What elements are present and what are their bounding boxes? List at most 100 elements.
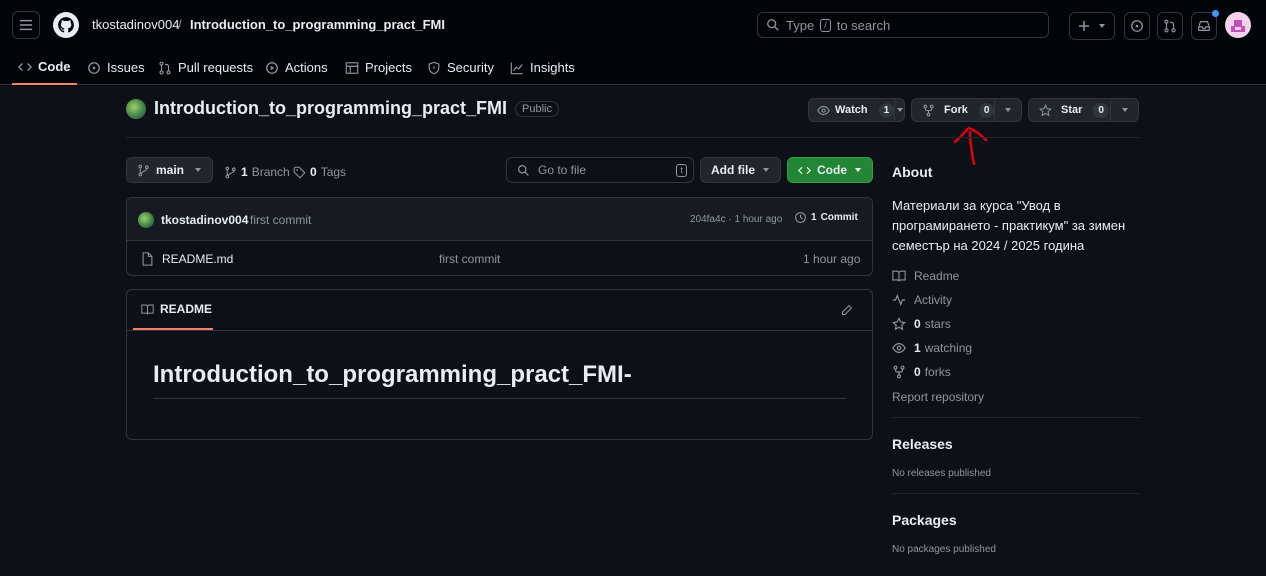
repo-owner-avatar[interactable] (126, 98, 146, 119)
issue-opened-icon (87, 61, 101, 75)
star-icon (892, 317, 906, 331)
search-icon (766, 18, 780, 32)
pull-requests-button[interactable] (1157, 12, 1183, 40)
file-time: 1 hour ago (803, 252, 861, 266)
watch-main[interactable]: Watch 1 (809, 102, 895, 118)
tab-projects[interactable]: Projects (345, 50, 412, 85)
add-file-button[interactable]: Add file (700, 157, 781, 183)
fork-count: 0 (978, 102, 995, 118)
file-name[interactable]: README.md (162, 252, 233, 266)
branches-link[interactable]: 1 Branch (224, 165, 290, 179)
fork-main[interactable]: Fork 0 (912, 102, 995, 118)
tab-actions-label: Actions (285, 60, 328, 75)
readme-tab-label: README (160, 302, 213, 316)
watching-count: 1 (914, 341, 921, 355)
tab-pull-requests[interactable]: Pull requests (158, 50, 253, 85)
stars-link[interactable]: 0 stars (892, 317, 951, 331)
star-dropdown[interactable] (1110, 99, 1138, 121)
eye-icon (892, 341, 906, 355)
commit-message[interactable]: first commit (250, 213, 311, 227)
commits-count: 1 (811, 212, 817, 223)
tags-label: Tags (320, 165, 347, 179)
caret-down-icon (762, 166, 770, 174)
table-row[interactable]: README.md first commit 1 hour ago (127, 242, 872, 276)
packages-heading[interactable]: Packages (892, 512, 957, 528)
tab-actions[interactable]: Actions (265, 50, 328, 85)
readme-panel: README Introduction_to_programming_pract… (126, 289, 873, 440)
add-file-label: Add file (711, 163, 755, 177)
watch-count: 1 (878, 102, 895, 118)
annotation-arrow (952, 124, 992, 168)
search-placeholder-suffix: to search (836, 17, 891, 33)
readme-heading: Introduction_to_programming_pract_FMI- (153, 361, 632, 388)
shield-icon (427, 61, 441, 75)
commit-author[interactable]: tkostadinov004 (161, 213, 248, 227)
star-icon (1039, 103, 1052, 117)
commit-author-avatar[interactable] (138, 212, 154, 228)
menu-button[interactable] (12, 11, 40, 39)
pencil-icon[interactable] (840, 304, 853, 317)
readme-link[interactable]: Readme (892, 269, 959, 283)
sidebar-divider (892, 417, 1139, 418)
code-icon (798, 164, 811, 177)
star-button[interactable]: Star 0 (1028, 98, 1139, 122)
tags-link[interactable]: 0 Tags (293, 165, 346, 179)
commits-link[interactable]: 1 Commit (794, 211, 858, 224)
watch-label: Watch (835, 104, 868, 116)
breadcrumb-separator: / (178, 17, 182, 32)
tab-issues-label: Issues (107, 60, 145, 75)
search-placeholder-prefix: Type (786, 17, 815, 33)
latest-commit-row: tkostadinov004 first commit 204fa4c · 1 … (127, 198, 872, 241)
github-logo[interactable] (53, 12, 79, 38)
breadcrumb-repo[interactable]: Introduction_to_programming_pract_FMI (190, 17, 445, 32)
stars-count: 0 (914, 317, 921, 331)
search-shortcut-key: / (820, 18, 831, 32)
commit-hash-time[interactable]: 204fa4c · 1 hour ago (690, 214, 782, 225)
forks-link[interactable]: 0 forks (892, 365, 951, 379)
watch-dropdown[interactable] (894, 99, 904, 121)
divider (126, 137, 1139, 138)
top-bar: tkostadinov004 / Introduction_to_program… (0, 0, 1266, 50)
fork-dropdown[interactable] (994, 99, 1021, 121)
tab-security-label: Security (447, 60, 494, 75)
activity-link[interactable]: Activity (892, 293, 952, 307)
file-commit-message[interactable]: first commit (439, 252, 500, 266)
branch-select[interactable]: main (126, 157, 213, 183)
global-header: tkostadinov004 / Introduction_to_program… (0, 0, 1266, 85)
notification-dot (1212, 10, 1219, 17)
star-main[interactable]: Star 0 (1029, 102, 1110, 118)
watching-link[interactable]: 1 watching (892, 341, 972, 355)
code-button[interactable]: Code (787, 157, 873, 183)
tab-code-label: Code (38, 59, 71, 74)
tab-issues[interactable]: Issues (87, 50, 145, 85)
star-count: 0 (1093, 102, 1109, 118)
watch-button[interactable]: Watch 1 (808, 98, 905, 122)
breadcrumb-owner[interactable]: tkostadinov004 (92, 17, 179, 32)
tab-code[interactable]: Code (12, 50, 77, 85)
releases-heading[interactable]: Releases (892, 436, 953, 452)
tab-security[interactable]: Security (427, 50, 494, 85)
hamburger-icon (19, 18, 33, 32)
search-input[interactable]: Type / to search (757, 12, 1049, 38)
git-pull-request-icon (1163, 19, 1177, 33)
report-repository-link[interactable]: Report repository (892, 390, 984, 404)
go-to-file-input[interactable]: Go to file t (506, 157, 694, 183)
create-new-button[interactable] (1069, 12, 1115, 40)
readme-tab[interactable]: README (133, 290, 213, 330)
code-icon (18, 60, 32, 74)
sidebar-divider (892, 493, 1139, 494)
tab-insights[interactable]: Insights (510, 50, 575, 85)
avatar[interactable] (1225, 12, 1251, 38)
caret-down-icon (854, 166, 862, 174)
fork-button[interactable]: Fork 0 (911, 98, 1022, 122)
tag-icon (293, 166, 306, 179)
issues-button[interactable] (1124, 12, 1150, 40)
tab-pull-requests-label: Pull requests (178, 60, 254, 75)
plus-icon (1078, 20, 1090, 32)
caret-down-icon (1004, 106, 1012, 114)
tags-count: 0 (310, 165, 317, 179)
repo-name[interactable]: Introduction_to_programming_pract_FMI (154, 98, 507, 119)
readme-heading-rule (153, 398, 846, 399)
book-icon (892, 269, 906, 283)
commits-label: Commit (820, 212, 858, 223)
